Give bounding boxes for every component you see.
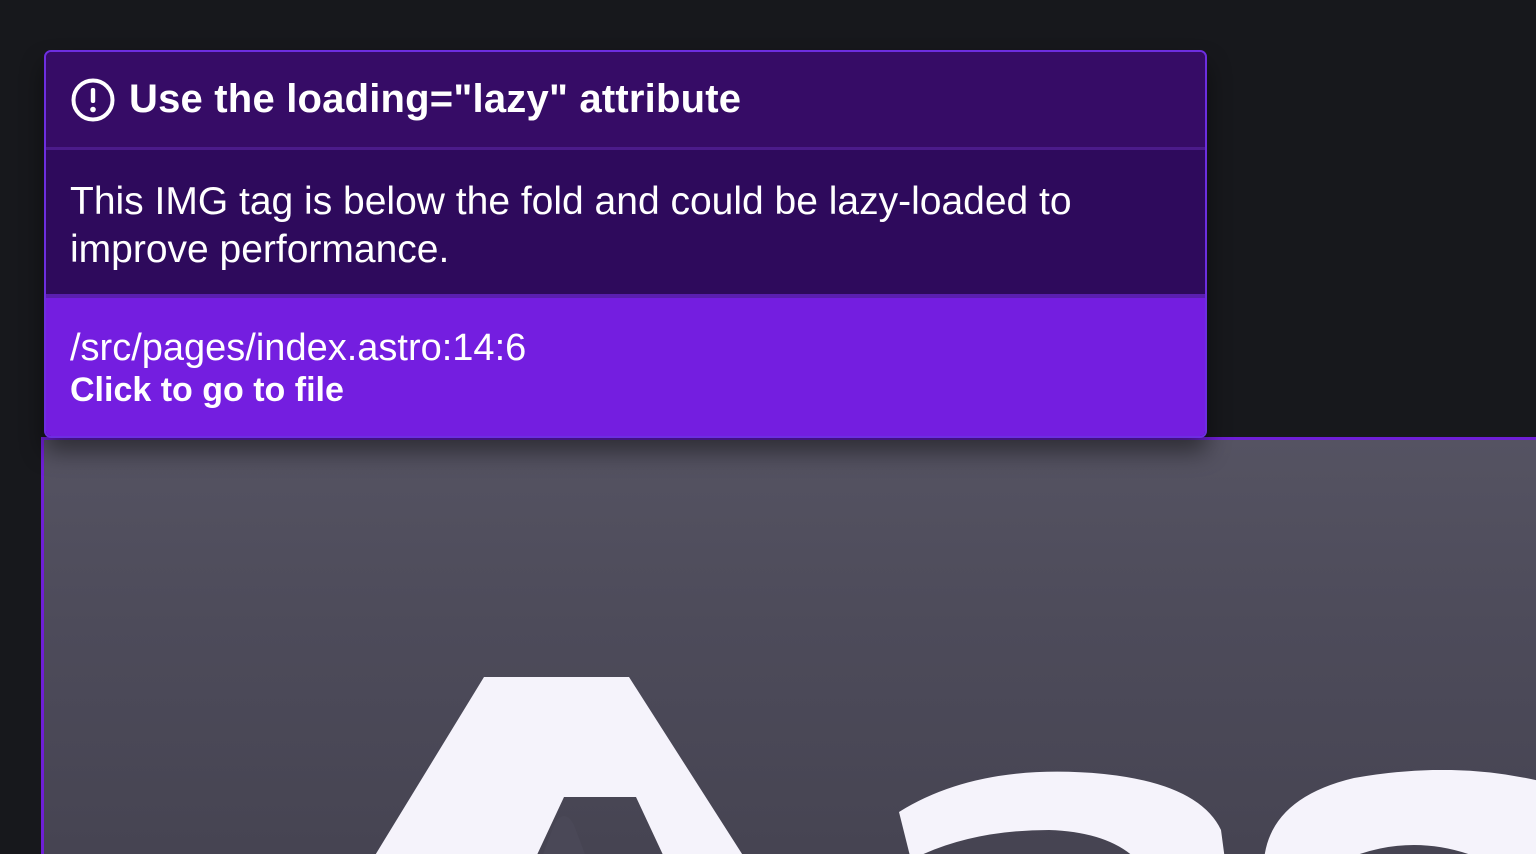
image-letter-t <box>1264 770 1536 854</box>
image-letter-a <box>375 677 743 854</box>
tooltip-header: Use the loading="lazy" attribute <box>46 52 1205 150</box>
page: Use the loading="lazy" attribute This IM… <box>0 0 1536 854</box>
audit-tooltip: Use the loading="lazy" attribute This IM… <box>44 50 1207 438</box>
go-to-file-link[interactable]: /src/pages/index.astro:14:6 Click to go … <box>46 298 1205 436</box>
highlighted-image-element[interactable] <box>41 437 1536 854</box>
image-letter-s <box>899 771 1225 854</box>
file-path: /src/pages/index.astro:14:6 <box>70 327 527 369</box>
go-to-file-label: Click to go to file <box>70 371 344 409</box>
tooltip-title: Use the loading="lazy" attribute <box>129 77 742 121</box>
exclamation-circle-icon <box>70 77 116 123</box>
tooltip-description: This IMG tag is below the fold and could… <box>46 150 1205 298</box>
